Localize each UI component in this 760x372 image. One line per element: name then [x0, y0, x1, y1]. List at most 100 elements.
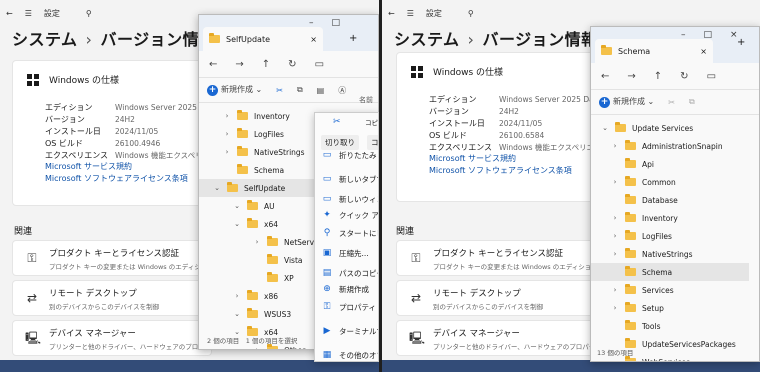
- folder-node[interactable]: › LogFiles: [591, 227, 749, 245]
- context-menu-item[interactable]: ▭ 新しいタブで開く: [321, 169, 378, 189]
- folder-node[interactable]: ⌄ Update Services: [591, 119, 749, 137]
- collapse-chevron-icon[interactable]: ›: [223, 148, 231, 156]
- collapse-chevron-icon[interactable]: ›: [223, 130, 231, 138]
- computer-icon[interactable]: ▭: [315, 59, 324, 70]
- context-menu-item[interactable]: ▶ ターミナルで開く: [321, 321, 378, 341]
- paste-icon[interactable]: ▤: [317, 86, 325, 95]
- collapse-chevron-icon[interactable]: ›: [611, 286, 619, 294]
- minimize-icon[interactable]: –: [681, 30, 686, 40]
- folder-node[interactable]: Schema: [591, 263, 749, 281]
- close-tab-icon[interactable]: ×: [700, 47, 707, 56]
- folder-node[interactable]: › NativeStrings: [591, 245, 749, 263]
- forward-icon[interactable]: →: [235, 59, 243, 70]
- folder-node[interactable]: Database: [591, 191, 749, 209]
- collapse-chevron-icon[interactable]: ›: [253, 346, 261, 349]
- back-arrow-icon[interactable]: ←: [388, 9, 395, 18]
- menu-item-icon: ▣: [322, 248, 332, 258]
- context-menu-item[interactable]: ⊕ 新規作成: [321, 279, 369, 299]
- folder-icon: [267, 254, 278, 264]
- left-status-bar: 2 個の項目 1 個の項目を選択: [207, 337, 298, 345]
- related-item-0[interactable]: ⚿ プロダクト キーとライセンス認証 プロダクト キーの変更または Windows …: [12, 240, 266, 276]
- rename-icon[interactable]: Ⓐ: [338, 85, 346, 96]
- maximize-icon[interactable]: □: [332, 18, 341, 28]
- up-icon[interactable]: ↑: [654, 71, 662, 82]
- folder-label: SelfUpdate: [244, 183, 286, 193]
- folder-node[interactable]: Api: [591, 155, 749, 173]
- folder-label: UpdateServicesPackages: [642, 339, 736, 349]
- related-item-2[interactable]: 🖳 デバイス マネージャー プリンターと他のドライバー、ハードウェアのプロパティ: [12, 320, 217, 356]
- related-item-0[interactable]: ⚿ プロダクト キーとライセンス認証 プロダクト キーの変更または Windows …: [396, 240, 650, 276]
- back-arrow-icon[interactable]: ←: [6, 9, 13, 18]
- new-button[interactable]: + 新規作成 ⌄: [207, 84, 262, 96]
- license-terms-link[interactable]: Microsoft ソフトウェアライセンス条項: [45, 173, 205, 185]
- tab-schema[interactable]: Schema ×: [595, 39, 713, 63]
- copy-icon[interactable]: ⧉: [297, 85, 303, 95]
- folder-label: Api: [642, 159, 654, 169]
- related-title: リモート デスクトップ: [433, 289, 521, 299]
- collapse-chevron-icon[interactable]: ›: [611, 250, 619, 258]
- menu-icon[interactable]: ☰: [407, 9, 414, 18]
- minimize-icon[interactable]: –: [309, 18, 314, 28]
- spec-title: Windows の仕様: [49, 76, 120, 86]
- context-menu-item[interactable]: ⚲ スタートにピン: [321, 223, 378, 243]
- folder-icon: [267, 236, 278, 246]
- folder-node[interactable]: › Setup: [591, 299, 749, 317]
- context-menu-item[interactable]: ▣ 圧縮先...: [321, 243, 369, 263]
- new-button[interactable]: + 新規作成 ⌄: [599, 96, 654, 108]
- folder-node[interactable]: › Inventory: [591, 209, 749, 227]
- folder-node[interactable]: Tools: [591, 317, 749, 335]
- expand-chevron-icon[interactable]: ⌄: [233, 310, 241, 318]
- related-item-1[interactable]: ⇄ リモート デスクトップ 別のデバイスからこのデバイスを制御: [396, 280, 602, 316]
- folder-node[interactable]: › Common: [591, 173, 749, 191]
- spec-row: バージョン 24H2: [45, 113, 205, 125]
- menu-item-label: パスのコピー: [339, 268, 378, 278]
- folder-node[interactable]: › AdministrationSnapin: [591, 137, 749, 155]
- back-icon[interactable]: ←: [601, 71, 609, 82]
- expand-chevron-icon[interactable]: ⌄: [233, 220, 241, 228]
- folder-icon: [615, 122, 626, 132]
- computer-icon[interactable]: ▭: [707, 71, 716, 82]
- new-tab-icon[interactable]: +: [737, 37, 745, 48]
- service-agreement-link[interactable]: Microsoft サービス規約: [45, 161, 205, 173]
- tab-selfupdate[interactable]: SelfUpdate ×: [203, 27, 323, 51]
- spec-key: バージョン: [45, 114, 85, 124]
- collapse-chevron-icon[interactable]: ›: [253, 238, 261, 246]
- collapse-chevron-icon[interactable]: ›: [611, 178, 619, 186]
- cut-icon[interactable]: ✂: [668, 98, 675, 107]
- cut-icon[interactable]: ✂: [276, 86, 283, 95]
- new-tab-icon[interactable]: +: [349, 33, 357, 44]
- maximize-icon[interactable]: □: [704, 30, 713, 40]
- collapse-chevron-icon[interactable]: ›: [611, 142, 619, 150]
- refresh-icon[interactable]: ↻: [288, 59, 296, 70]
- collapse-chevron-icon[interactable]: ›: [233, 292, 241, 300]
- copy-icon[interactable]: ⧉: [689, 97, 695, 107]
- left-screen: ← ☰ 設定 ⚲ システム › バージョン情報 Windows の仕様 エディション…: [0, 0, 379, 372]
- expand-chevron-icon[interactable]: ⌄: [601, 124, 609, 132]
- related-item-1[interactable]: ⇄ リモート デスクトップ 別のデバイスからこのデバイスを制御: [12, 280, 212, 316]
- context-menu-item[interactable]: ⚿ プロパティ: [321, 297, 377, 317]
- back-icon[interactable]: ←: [209, 59, 217, 70]
- collapse-chevron-icon[interactable]: ›: [611, 232, 619, 240]
- folder-icon: [247, 308, 258, 318]
- cut-icon[interactable]: ✂: [333, 117, 341, 127]
- forward-icon[interactable]: →: [627, 71, 635, 82]
- close-tab-icon[interactable]: ×: [310, 35, 317, 44]
- up-icon[interactable]: ↑: [262, 59, 270, 70]
- collapse-chevron-icon[interactable]: ›: [223, 112, 231, 120]
- expand-chevron-icon[interactable]: ⌄: [233, 202, 241, 210]
- menu-item-icon: ▭: [322, 174, 332, 184]
- spec-key: エクスペリエンス: [429, 142, 493, 152]
- context-menu-item[interactable]: ▦ その他のオプ: [321, 345, 378, 361]
- collapse-chevron-icon[interactable]: ›: [611, 214, 619, 222]
- related-item-2[interactable]: 🖳 デバイス マネージャー プリンターと他のドライバー、ハードウェアのプロパティ: [396, 320, 602, 356]
- collapse-chevron-icon[interactable]: ›: [611, 304, 619, 312]
- context-menu-item[interactable]: ✦ クイック アクセス: [321, 205, 378, 225]
- context-menu-item[interactable]: ▭ 折りたたみ: [321, 145, 377, 165]
- menu-icon[interactable]: ☰: [25, 9, 32, 18]
- search-icon[interactable]: ⚲: [468, 9, 474, 18]
- search-icon[interactable]: ⚲: [86, 9, 92, 18]
- menu-item-label: 新しいタブで開く: [339, 174, 378, 184]
- expand-chevron-icon[interactable]: ⌄: [213, 184, 221, 192]
- folder-node[interactable]: › Services: [591, 281, 749, 299]
- refresh-icon[interactable]: ↻: [680, 71, 688, 82]
